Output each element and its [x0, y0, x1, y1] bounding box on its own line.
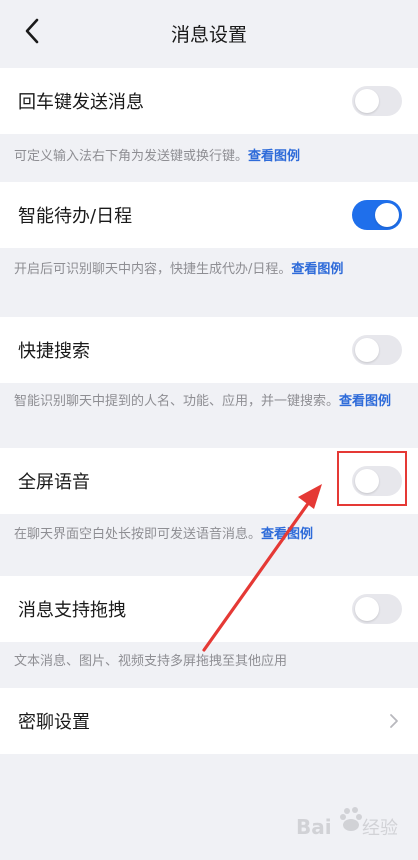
view-example-link[interactable]: 查看图例: [291, 262, 343, 277]
view-example-link[interactable]: 查看图例: [339, 394, 391, 409]
page-title: 消息设置: [170, 24, 247, 46]
toggle-knob: [355, 338, 379, 362]
setting-label: 回车键发送消息: [18, 92, 144, 113]
setting-label: 密聊设置: [18, 712, 90, 733]
setting-description: 可定义输入法右下角为发送键或换行键。查看图例: [14, 146, 404, 167]
setting-label: 消息支持拖拽: [18, 600, 126, 621]
description-text: 开启后可识别聊天中内容，快捷生成代办/日程。: [14, 262, 292, 277]
view-example-link[interactable]: 查看图例: [261, 527, 313, 542]
description-text: 智能识别聊天中提到的人名、功能、应用，并一键搜索。: [14, 394, 340, 409]
toggle-knob: [355, 89, 379, 113]
toggle-knob: [375, 203, 399, 227]
setting-row-private-chat[interactable]: 密聊设置: [0, 688, 418, 754]
description-text: 文本消息、图片、视频支持多屏拖拽至其他应用: [14, 654, 288, 669]
svg-text:Bai: Bai: [296, 815, 332, 839]
setting-label: 快捷搜索: [18, 341, 90, 362]
setting-row-smart-todo[interactable]: 智能待办/日程: [0, 182, 418, 248]
toggle-knob: [355, 597, 379, 621]
smart-todo-toggle[interactable]: [352, 200, 402, 230]
setting-description: 开启后可识别聊天中内容，快捷生成代办/日程。查看图例: [14, 259, 404, 280]
setting-label: 全屏语音: [18, 472, 90, 493]
description-text: 在聊天界面空白处长按即可发送语音消息。: [14, 527, 262, 542]
setting-description: 文本消息、图片、视频支持多屏拖拽至其他应用: [14, 651, 404, 672]
setting-row-enter-to-send[interactable]: 回车键发送消息: [0, 68, 418, 134]
header: 消息设置: [0, 0, 418, 66]
setting-label: 智能待办/日程: [18, 206, 133, 227]
setting-row-quick-search[interactable]: 快捷搜索: [0, 317, 418, 383]
setting-description: 在聊天界面空白处长按即可发送语音消息。查看图例: [14, 524, 404, 545]
baidu-jingyan-watermark: Bai 经验: [296, 807, 398, 839]
setting-description: 智能识别聊天中提到的人名、功能、应用，并一键搜索。查看图例: [14, 391, 404, 412]
quick-search-toggle[interactable]: [352, 335, 402, 365]
message-drag-toggle[interactable]: [352, 594, 402, 624]
description-text: 可定义输入法右下角为发送键或换行键。: [14, 149, 249, 164]
view-example-link[interactable]: 查看图例: [248, 149, 300, 164]
svg-text:经验: 经验: [362, 818, 398, 839]
annotation-highlight-box: [337, 451, 407, 506]
enter-to-send-toggle[interactable]: [352, 86, 402, 116]
chevron-right-icon: [390, 714, 398, 728]
setting-row-message-drag[interactable]: 消息支持拖拽: [0, 576, 418, 642]
